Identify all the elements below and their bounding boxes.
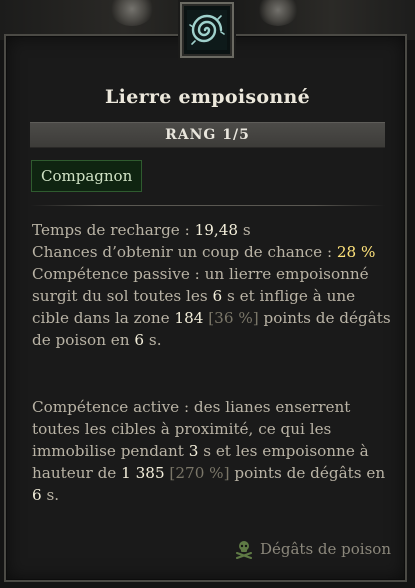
cooldown-line: Temps de recharge : 19,48 s xyxy=(32,219,392,241)
skill-title: Lierre empoisonné xyxy=(105,86,310,108)
damage-type-label: Dégâts de poison xyxy=(259,540,391,558)
active-text: s. xyxy=(41,486,60,504)
passive-description: Compétence passive : un lierre empoisonn… xyxy=(32,263,392,351)
active-damage: 1 385 xyxy=(121,464,165,482)
damage-type: Dégâts de poison xyxy=(234,539,391,559)
cooldown-unit: s xyxy=(238,221,251,239)
lucky-hit-line: Chances d’obtenir un coup de chance : 28… xyxy=(32,241,392,263)
stats-block: Temps de recharge : 19,48 s Chances d’ob… xyxy=(32,219,392,351)
cooldown-value: 19,48 xyxy=(194,221,239,239)
passive-text: s. xyxy=(144,331,162,349)
active-damage-percent: [270 %] xyxy=(164,464,230,482)
passive-damage-percent: [36 %] xyxy=(203,309,259,327)
lucky-hit-label: Chances d’obtenir un coup de chance : xyxy=(32,243,337,261)
passive-damage: 184 xyxy=(174,309,204,327)
divider xyxy=(30,205,385,206)
active-duration: 6 xyxy=(32,486,42,504)
passive-interval: 6 xyxy=(212,287,223,305)
skill-tag: Compagnon xyxy=(31,160,143,192)
active-text: points de dégâts en xyxy=(229,464,386,482)
rank-bar: RANG 1/5 xyxy=(30,122,385,148)
active-root-duration: 3 xyxy=(188,442,199,460)
passive-duration: 6 xyxy=(134,331,145,349)
skull-crossbones-icon xyxy=(235,541,252,559)
skill-icon-frame xyxy=(180,2,234,58)
rank-label: RANG 1/5 xyxy=(165,127,250,143)
thorn-spiral-icon xyxy=(187,10,227,50)
active-description: Compétence active : des lianes enserrent… xyxy=(32,396,392,506)
skill-tag-label: Compagnon xyxy=(41,167,133,185)
lucky-hit-value: 28 % xyxy=(336,243,376,261)
cooldown-label: Temps de recharge : xyxy=(32,221,195,239)
